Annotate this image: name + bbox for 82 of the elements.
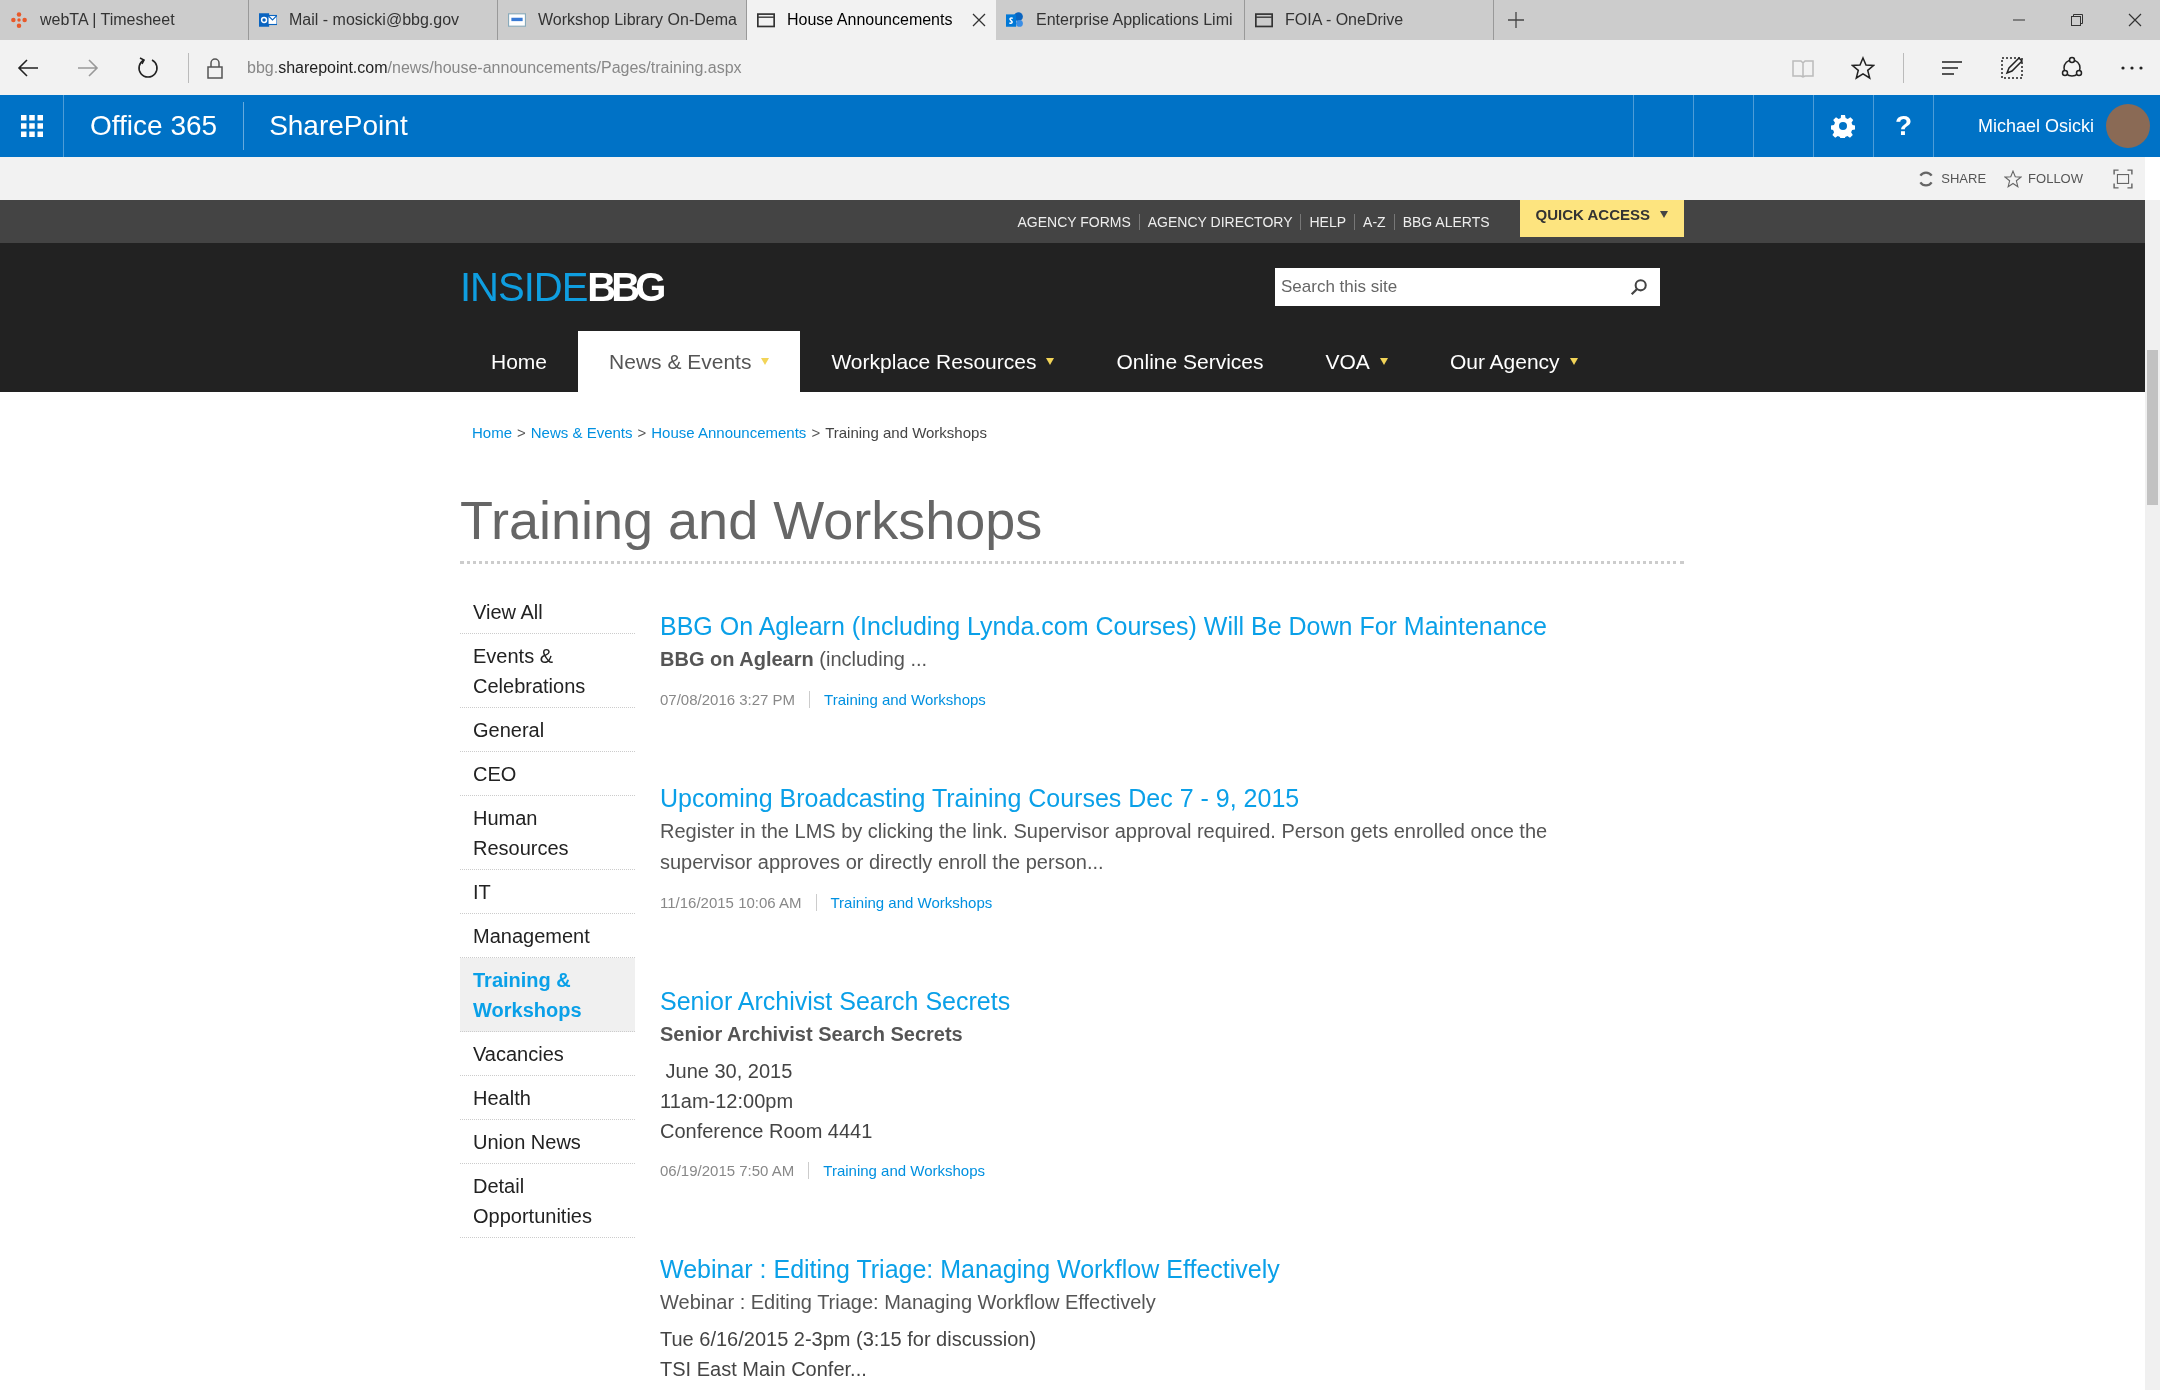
category-link[interactable]: Human Resources <box>460 796 635 871</box>
search-field[interactable]: Search this site <box>1275 268 1660 306</box>
restore-icon[interactable] <box>2070 13 2084 27</box>
nav-tab[interactable]: Home <box>460 331 579 392</box>
quick-access-button[interactable]: QUICK ACCESS <box>1519 200 1684 237</box>
follow-link[interactable]: FOLLOW <box>2004 169 2083 188</box>
category-link[interactable]: Events & Celebrations <box>460 634 635 709</box>
category-link[interactable]: CEO <box>460 752 635 797</box>
new-tab-icon[interactable] <box>1508 12 1524 28</box>
article-summary: Register in the LMS by clicking the link. Supervisor approval required. Person gets enrolled once the supervisor approves or directly enroll the person... <box>660 819 1549 876</box>
refresh-icon[interactable] <box>136 55 160 80</box>
page-title: Training and Workshops <box>460 489 1684 565</box>
article-date: 11/16/2015 10:06 AM <box>660 894 817 912</box>
breadcrumb-current: Training and Workshops <box>825 424 987 441</box>
article-summary: Senior Archivist Search Secrets <box>660 1022 964 1048</box>
category-link[interactable]: General <box>460 708 635 753</box>
browser-tab[interactable]: House Announcements <box>747 0 996 40</box>
article-summary: BBG on Aglearn (including ... <box>660 647 929 673</box>
close-tab-icon[interactable] <box>972 13 986 27</box>
category-tag-link[interactable]: Training and Workshops <box>823 1162 986 1180</box>
share-icon[interactable] <box>2060 55 2084 80</box>
article-summary: Webinar : Editing Triage: Managing Workflow Effectively <box>660 1290 1157 1316</box>
scroll-thumb[interactable] <box>2147 350 2158 505</box>
category-link[interactable]: Detail Opportunities <box>460 1164 635 1239</box>
page-icon <box>757 11 775 29</box>
article-date: 06/19/2015 7:50 AM <box>660 1162 810 1180</box>
breadcrumb-separator: > <box>517 424 526 441</box>
utility-link[interactable]: AGENCY FORMS <box>1009 213 1139 230</box>
caret-icon <box>1046 358 1055 365</box>
caret-icon <box>1660 211 1668 218</box>
settings-icon[interactable] <box>1831 114 1856 138</box>
star-icon <box>2004 169 2023 188</box>
category-tag-link[interactable]: Training and Workshops <box>824 691 986 709</box>
breadcrumb-separator: > <box>637 424 647 441</box>
nav-tab[interactable]: News & Events <box>578 331 801 392</box>
address-field[interactable]: bbg.sharepoint.com/news/house-announcements/Pages/training.aspx <box>247 58 742 77</box>
scrollbar[interactable] <box>2145 200 2160 1390</box>
office-brand[interactable]: Office 365 <box>64 102 245 150</box>
nav-tab[interactable]: Workplace Resources <box>800 331 1086 392</box>
caret-icon <box>1379 358 1388 365</box>
star-icon[interactable] <box>1851 55 1875 80</box>
utility-link[interactable]: BBG ALERTS <box>1393 213 1498 230</box>
close-icon[interactable] <box>2128 13 2142 27</box>
nav-tab[interactable]: VOA <box>1294 331 1419 392</box>
breadcrumb-link[interactable]: News & Events <box>530 424 633 441</box>
category-link[interactable]: Union News <box>460 1120 635 1165</box>
article-detail: 11am-12:00pm <box>660 1089 795 1115</box>
nav-tab[interactable]: Our Agency <box>1418 331 1609 392</box>
caret-icon <box>1569 358 1578 365</box>
page-icon <box>1255 11 1273 29</box>
article-detail: Tue 6/16/2015 2-3pm (3:15 for discussion) <box>660 1327 1038 1353</box>
category-tag-link[interactable]: Training and Workshops <box>830 894 993 912</box>
breadcrumb-separator: > <box>811 424 821 441</box>
category-link[interactable]: Vacancies <box>460 1032 635 1077</box>
focus-icon[interactable] <box>2113 168 2133 189</box>
utility-link[interactable]: A-Z <box>1354 213 1394 230</box>
user-name[interactable]: Michael Osicki <box>1977 115 2094 137</box>
sites-icon <box>1006 11 1024 29</box>
article-date: 07/08/2016 3:27 PM <box>660 691 811 709</box>
breadcrumb-link[interactable]: House Announcements <box>651 424 807 441</box>
pen-icon[interactable] <box>2000 55 2024 80</box>
article-detail: Conference Room 4441 <box>660 1119 874 1145</box>
site-logo[interactable]: INSIDEBBG <box>460 264 662 310</box>
breadcrumb-link[interactable]: Home <box>472 424 512 441</box>
article-detail: June 30, 2015 <box>664 1059 794 1085</box>
caret-icon <box>761 358 770 365</box>
category-link[interactable]: View All <box>460 590 635 635</box>
help-button[interactable]: ? <box>1894 110 1912 142</box>
utility-link[interactable]: AGENCY DIRECTORY <box>1138 213 1301 230</box>
dots-icon <box>10 11 28 29</box>
search-icon[interactable] <box>1630 278 1648 296</box>
site-name[interactable]: SharePoint <box>244 110 408 142</box>
utility-link[interactable]: HELP <box>1300 213 1355 230</box>
article-detail: TSI East Main Confer... <box>660 1357 868 1383</box>
category-link[interactable]: Health <box>460 1076 635 1121</box>
nav-tab[interactable]: Online Services <box>1085 331 1295 392</box>
share-link[interactable]: SHARE <box>1917 169 1987 188</box>
app-launcher-icon[interactable] <box>20 115 43 137</box>
more-icon[interactable] <box>2120 64 2144 71</box>
category-link[interactable]: IT <box>460 870 635 915</box>
mail-icon <box>259 11 277 29</box>
note-icon <box>508 11 526 29</box>
